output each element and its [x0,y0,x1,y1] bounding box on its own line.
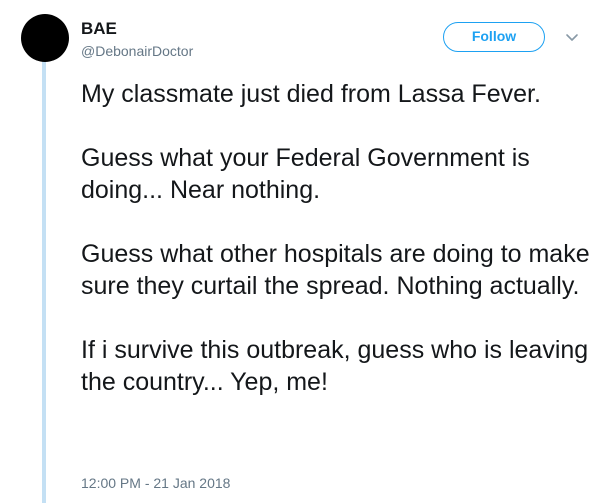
tweet-paragraph: Guess what other hospitals are doing to … [81,240,590,300]
tweet-paragraph: Guess what your Federal Government is do… [81,144,530,204]
chevron-down-icon[interactable] [562,31,582,45]
tweet-paragraph: If i survive this outbreak, guess who is… [81,336,589,396]
tweet-text: My classmate just died from Lassa Fever.… [81,78,596,430]
thread-line [42,60,46,503]
follow-button[interactable]: Follow [443,22,545,52]
user-handle[interactable]: @DebonairDoctor [81,42,193,60]
tweet-paragraph: My classmate just died from Lassa Fever. [81,80,541,108]
tweet-timestamp[interactable]: 12:00 PM - 21 Jan 2018 [81,474,230,492]
display-name[interactable]: BAE [81,19,117,39]
avatar[interactable] [21,14,69,62]
